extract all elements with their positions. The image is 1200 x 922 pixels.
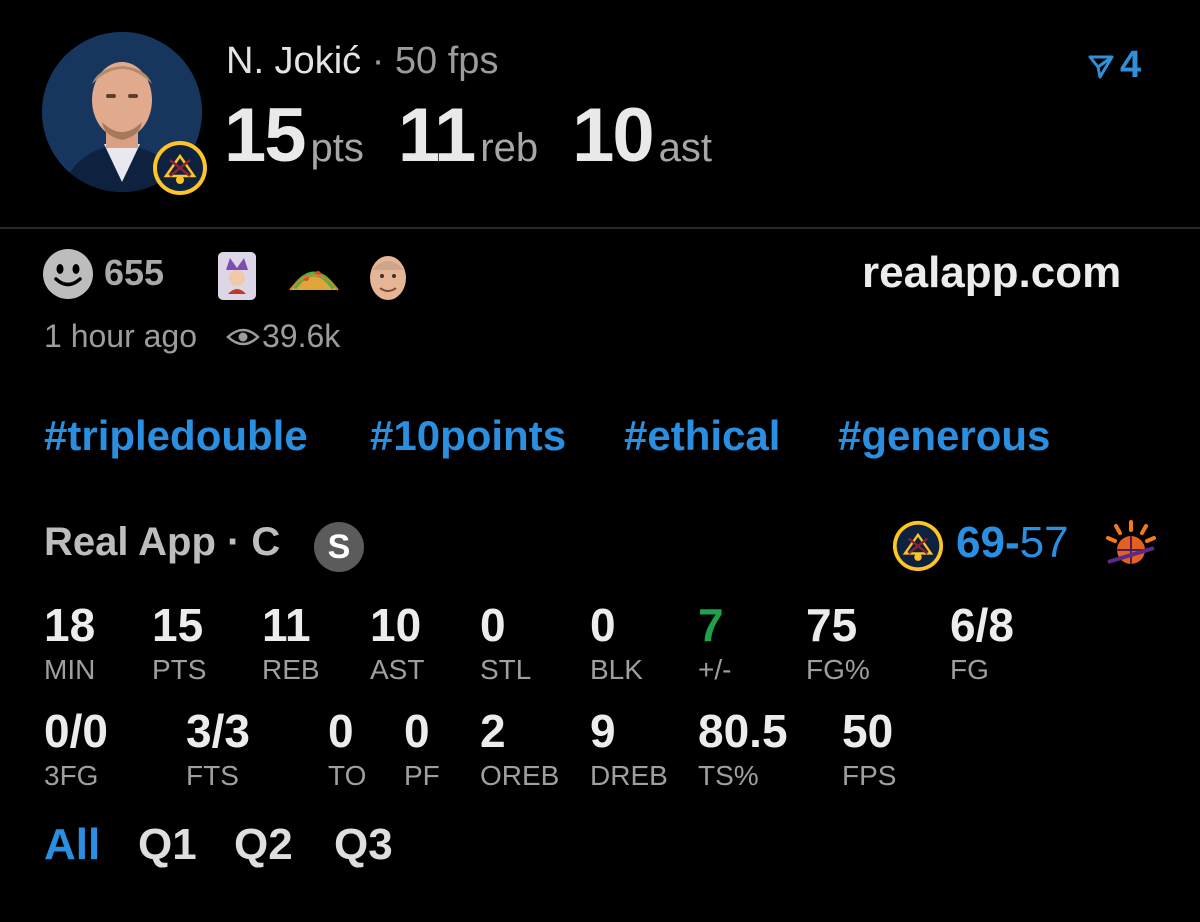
- stat-pf-value: 0: [404, 705, 430, 757]
- stat-min-value: 18: [44, 599, 96, 651]
- stat-to-value: 0: [328, 705, 354, 757]
- rebounds-value: 11: [397, 93, 476, 178]
- points-unit: pts: [310, 126, 364, 170]
- stat-blk-label: BLK: [590, 654, 643, 685]
- headline-statline: 15 pts 11 reb 10 ast: [224, 92, 746, 179]
- stat-3fg-label: 3FG: [44, 760, 99, 791]
- stat-reb-value: 11: [262, 599, 311, 651]
- game-score[interactable]: 69-57: [956, 518, 1069, 568]
- send-icon: [1088, 55, 1114, 78]
- starter-badge: S: [314, 522, 364, 572]
- stat-fg-pct-label: FG%: [806, 654, 870, 685]
- stat-reb-label: REB: [262, 654, 320, 685]
- hashtag-10points[interactable]: #10points: [370, 412, 566, 460]
- stat-dreb-value: 9: [590, 705, 616, 757]
- post-time: 1 hour ago: [44, 318, 198, 354]
- stat-blk-value: 0: [590, 599, 616, 651]
- assists-value: 10: [572, 93, 655, 178]
- stat-pts-value: 15: [152, 599, 204, 651]
- stat-stl-label: STL: [480, 654, 532, 685]
- view-count: 39.6k: [262, 318, 341, 354]
- jester-card-icon[interactable]: [216, 250, 268, 302]
- tab-q3[interactable]: Q3: [334, 820, 393, 870]
- fps-label: 50 fps: [394, 40, 499, 82]
- away-score: 57: [1019, 518, 1069, 567]
- player-name[interactable]: N. Jokić: [226, 40, 361, 82]
- site-link[interactable]: realapp.com: [862, 248, 1121, 298]
- stat-plus-minus-label: +/-: [698, 654, 732, 685]
- tab-all[interactable]: All: [44, 820, 100, 870]
- share-count: 4: [1120, 44, 1142, 86]
- tab-q1[interactable]: Q1: [138, 820, 197, 870]
- stat-3fg-value: 0/0: [44, 705, 108, 757]
- home-score: 69: [956, 518, 1005, 567]
- nuggets-logo-icon: [152, 140, 208, 196]
- stat-fg-pct-value: 75: [806, 599, 858, 651]
- separator-dot: ·: [371, 40, 385, 82]
- header-divider: [0, 227, 1200, 229]
- stat-fg-value: 6/8: [950, 599, 1014, 651]
- stat-to-label: TO: [328, 760, 367, 791]
- stat-stl-value: 0: [480, 599, 506, 651]
- game-source-title: Real App · C: [44, 520, 281, 564]
- player-name-line: N. Jokić · 50 fps: [226, 40, 498, 83]
- taco-icon[interactable]: [288, 250, 340, 302]
- smiley-reaction-icon[interactable]: [42, 248, 94, 300]
- stat-pts-label: PTS: [152, 654, 207, 685]
- points-value: 15: [224, 93, 307, 178]
- eye-icon: [226, 325, 260, 349]
- reaction-count[interactable]: 655: [104, 252, 164, 294]
- hashtag-tripledouble[interactable]: #tripledouble: [44, 412, 308, 460]
- stat-fg-label: FG: [950, 654, 989, 685]
- stat-ast-label: AST: [370, 654, 425, 685]
- nuggets-score-logo-icon: [892, 520, 944, 572]
- hashtag-generous[interactable]: #generous: [838, 412, 1050, 460]
- score-dash: -: [1004, 518, 1020, 567]
- assists-unit: ast: [658, 126, 712, 170]
- rebounds-unit: reb: [480, 126, 539, 170]
- stat-fps-label: FPS: [842, 760, 897, 791]
- stat-fts-value: 3/3: [186, 705, 250, 757]
- player-face-icon[interactable]: [362, 250, 414, 302]
- stat-oreb-label: OREB: [480, 760, 560, 791]
- stat-fps-value: 50: [842, 705, 894, 757]
- stat-ts-pct-value: 80.5: [698, 705, 788, 757]
- hashtag-ethical[interactable]: #ethical: [624, 412, 780, 460]
- stat-plus-minus-value: 7: [698, 599, 724, 651]
- share-button[interactable]: 4: [1088, 44, 1141, 87]
- stat-pf-label: PF: [404, 760, 440, 791]
- stat-ts-pct-label: TS%: [698, 760, 759, 791]
- stat-oreb-value: 2: [480, 705, 506, 757]
- tab-q2[interactable]: Q2: [234, 820, 293, 870]
- stat-dreb-label: DREB: [590, 760, 668, 791]
- stat-min-label: MIN: [44, 654, 96, 685]
- stat-ast-value: 10: [370, 599, 422, 651]
- suns-logo-icon: [1104, 518, 1158, 572]
- stat-fts-label: FTS: [186, 760, 239, 791]
